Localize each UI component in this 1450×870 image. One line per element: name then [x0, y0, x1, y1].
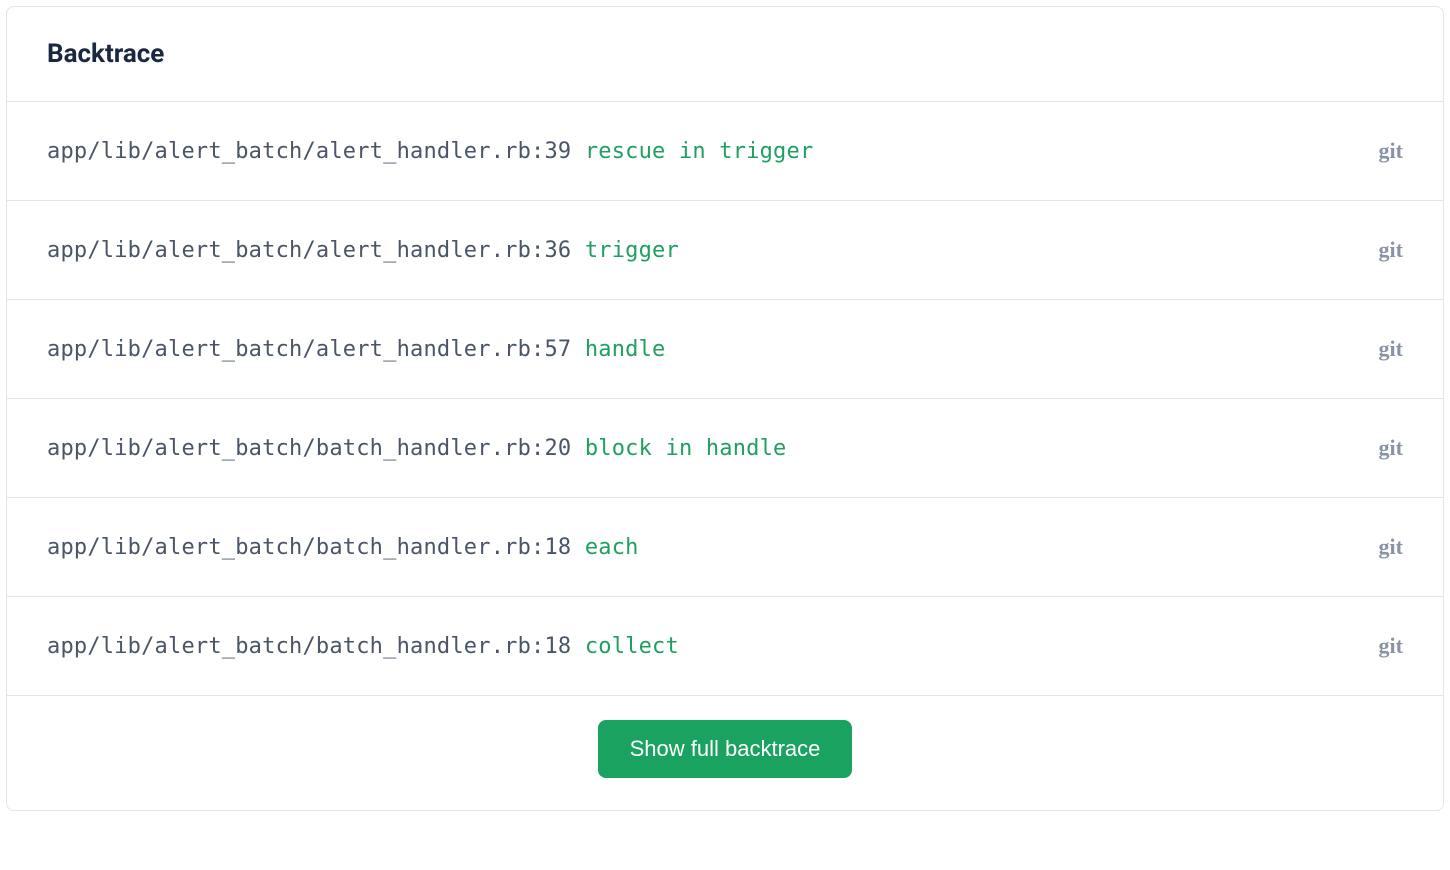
frame-text: app/lib/alert_batch/batch_handler.rb:18 …: [47, 634, 679, 659]
panel-title: Backtrace: [47, 39, 1403, 69]
backtrace-frame[interactable]: app/lib/alert_batch/alert_handler.rb:57 …: [7, 300, 1443, 399]
git-link[interactable]: git: [1379, 435, 1403, 461]
frame-text: app/lib/alert_batch/alert_handler.rb:36 …: [47, 238, 679, 263]
backtrace-frame[interactable]: app/lib/alert_batch/batch_handler.rb:18 …: [7, 498, 1443, 597]
frame-method: collect: [585, 634, 679, 659]
frame-text: app/lib/alert_batch/alert_handler.rb:57 …: [47, 337, 666, 362]
frame-text: app/lib/alert_batch/alert_handler.rb:39 …: [47, 139, 813, 164]
show-full-backtrace-button[interactable]: Show full backtrace: [598, 720, 853, 778]
frame-path: app/lib/alert_batch/batch_handler.rb:20: [47, 436, 571, 461]
frame-method: trigger: [585, 238, 679, 263]
frame-method: block in handle: [585, 436, 787, 461]
backtrace-panel: Backtrace app/lib/alert_batch/alert_hand…: [6, 6, 1444, 811]
frame-text: app/lib/alert_batch/batch_handler.rb:18 …: [47, 535, 639, 560]
backtrace-frame[interactable]: app/lib/alert_batch/batch_handler.rb:20 …: [7, 399, 1443, 498]
frame-path: app/lib/alert_batch/batch_handler.rb:18: [47, 634, 571, 659]
git-link[interactable]: git: [1379, 138, 1403, 164]
backtrace-frame[interactable]: app/lib/alert_batch/alert_handler.rb:36 …: [7, 201, 1443, 300]
frame-path: app/lib/alert_batch/alert_handler.rb:39: [47, 139, 571, 164]
git-link[interactable]: git: [1379, 534, 1403, 560]
frame-method: each: [585, 535, 639, 560]
frames-list: app/lib/alert_batch/alert_handler.rb:39 …: [7, 102, 1443, 696]
frame-path: app/lib/alert_batch/batch_handler.rb:18: [47, 535, 571, 560]
frame-path: app/lib/alert_batch/alert_handler.rb:57: [47, 337, 571, 362]
git-link[interactable]: git: [1379, 633, 1403, 659]
panel-header: Backtrace: [7, 7, 1443, 102]
git-link[interactable]: git: [1379, 336, 1403, 362]
backtrace-frame[interactable]: app/lib/alert_batch/alert_handler.rb:39 …: [7, 102, 1443, 201]
panel-footer: Show full backtrace: [7, 696, 1443, 810]
frame-method: handle: [585, 337, 666, 362]
frame-text: app/lib/alert_batch/batch_handler.rb:20 …: [47, 436, 787, 461]
frame-method: rescue in trigger: [585, 139, 814, 164]
frame-path: app/lib/alert_batch/alert_handler.rb:36: [47, 238, 571, 263]
backtrace-frame[interactable]: app/lib/alert_batch/batch_handler.rb:18 …: [7, 597, 1443, 696]
git-link[interactable]: git: [1379, 237, 1403, 263]
